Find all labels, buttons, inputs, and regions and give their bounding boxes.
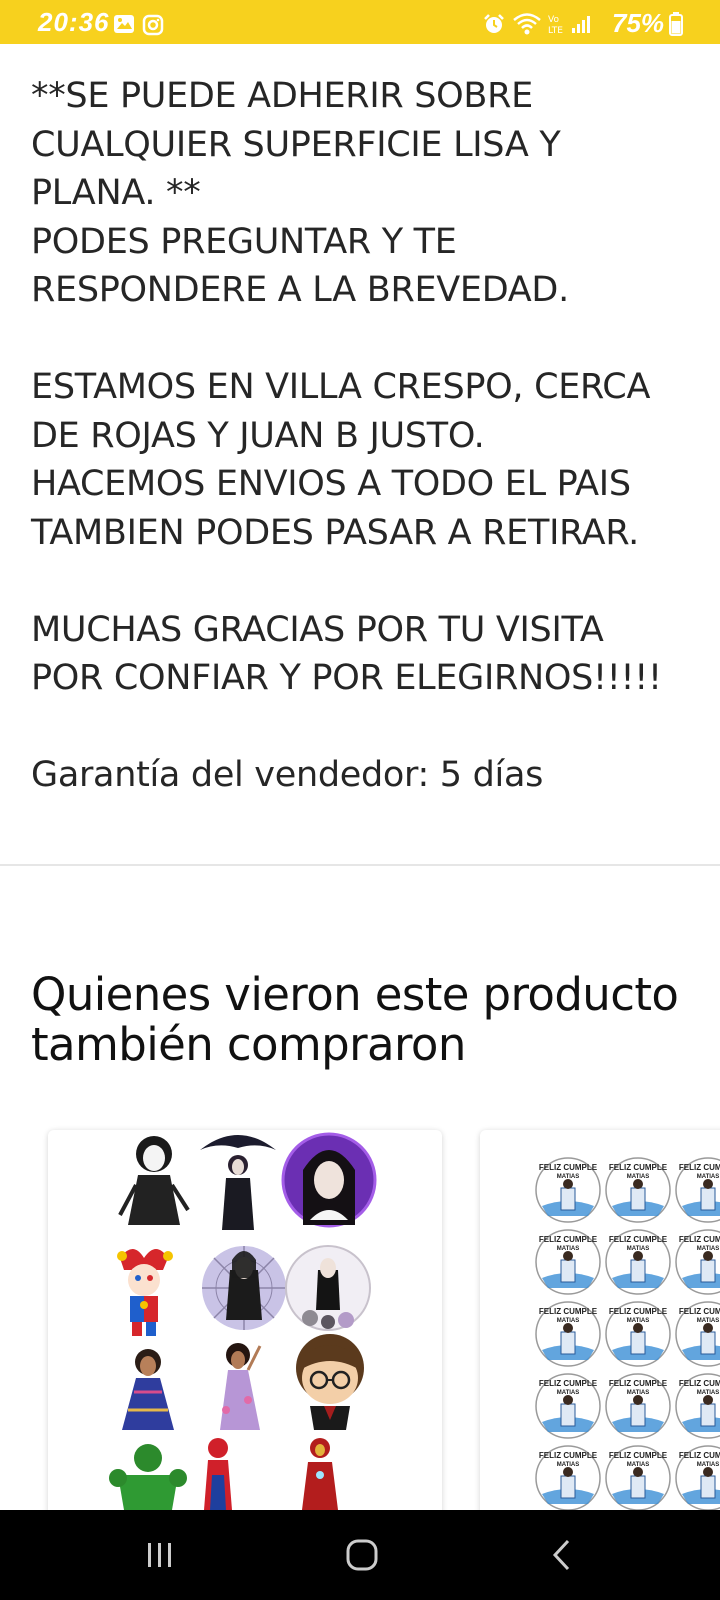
alarm-icon [482, 13, 506, 40]
ironman-sticker [302, 1438, 338, 1510]
birthday-sticker-name: MATIAS [557, 1390, 580, 1396]
birthday-sticker: FELIZ CUMPLE MATIAS [675, 1301, 720, 1367]
birthday-sticker-name: MATIAS [627, 1390, 650, 1396]
spiderman-sticker [204, 1438, 232, 1510]
related-title-line: también compraron [31, 1018, 466, 1071]
gallery-icon [113, 14, 135, 39]
birthday-sticker-name: MATIAS [697, 1174, 720, 1180]
birthday-sticker: FELIZ CUMPLE MATIAS [535, 1229, 601, 1295]
product-image-birthday-stickers: FELIZ CUMPLEMATIASFELIZ CUMPLEMATIASFELI… [535, 1157, 720, 1511]
birthday-sticker-text: FELIZ CUMPLE [539, 1163, 598, 1172]
hulk-sticker [109, 1444, 187, 1510]
birthday-sticker-name: MATIAS [627, 1174, 650, 1180]
birthday-sticker-text: FELIZ CUMPLE [679, 1379, 720, 1388]
birthday-sticker-text: FELIZ CUMPLE [679, 1163, 720, 1172]
pomni-jester-sticker [117, 1249, 173, 1336]
volte-icon: Vo LTE [546, 13, 568, 40]
birthday-sticker-name: MATIAS [697, 1318, 720, 1324]
birthday-sticker-text: FELIZ CUMPLE [539, 1379, 598, 1388]
wednesday-web-circle-sticker [202, 1246, 286, 1330]
status-bar: 20:36 Vo LTE 75% [0, 0, 720, 44]
birthday-sticker-text: FELIZ CUMPLE [539, 1451, 598, 1460]
birthday-sticker-text: FELIZ CUMPLE [609, 1379, 668, 1388]
description-line: **SE PUEDE ADHERIR SOBRE [31, 76, 533, 116]
seller-warranty: Garantía del vendedor: 5 días [31, 755, 544, 795]
related-title-line: Quienes vieron este producto [31, 968, 679, 1021]
birthday-sticker-name: MATIAS [697, 1246, 720, 1252]
battery-icon [669, 12, 683, 41]
birthday-sticker-name: MATIAS [697, 1462, 720, 1468]
product-card-stickers[interactable] [48, 1130, 442, 1530]
back-icon[interactable] [550, 1538, 574, 1577]
wednesday-umbrella-sticker [200, 1135, 276, 1230]
description-line: HACEMOS ENVIOS A TODO EL PAIS [31, 464, 631, 504]
description-line: POR CONFIAR Y POR ELEGIRNOS!!!!! [31, 658, 662, 698]
birthday-sticker-text: FELIZ CUMPLE [609, 1163, 668, 1172]
birthday-sticker: FELIZ CUMPLE MATIAS [675, 1229, 720, 1295]
description-line: RESPONDERE A LA BREVEDAD. [31, 270, 569, 310]
system-nav-bar [0, 1510, 720, 1600]
birthday-sticker: FELIZ CUMPLE MATIAS [675, 1157, 720, 1223]
description-line: PODES PREGUNTAR Y TE [31, 221, 457, 262]
isabela-sticker [220, 1343, 262, 1430]
wednesday-sketch-sticker [118, 1136, 190, 1225]
description-line: ESTAMOS EN VILLA CRESPO, CERCA [31, 367, 651, 407]
birthday-sticker: FELIZ CUMPLE MATIAS [675, 1373, 720, 1439]
mirabel-sticker [122, 1349, 174, 1430]
birthday-sticker: FELIZ CUMPLE MATIAS [605, 1373, 671, 1439]
home-icon[interactable] [344, 1537, 380, 1578]
related-section-title: Quienes vieron este producto también com… [31, 968, 679, 1071]
wednesday-purple-circle-sticker [281, 1132, 377, 1228]
birthday-sticker: FELIZ CUMPLE MATIAS [535, 1373, 601, 1439]
svg-text:Vo: Vo [548, 15, 559, 25]
wednesday-skull-flowers-sticker [285, 1245, 371, 1331]
birthday-sticker-name: MATIAS [627, 1462, 650, 1468]
birthday-sticker-text: FELIZ CUMPLE [679, 1307, 720, 1316]
birthday-sticker: FELIZ CUMPLE MATIAS [605, 1445, 671, 1511]
birthday-sticker-name: MATIAS [557, 1462, 580, 1468]
birthday-sticker-text: FELIZ CUMPLE [609, 1451, 668, 1460]
product-card-birthday-stickers[interactable]: FELIZ CUMPLE MATIAS FELIZ CUMPLE MATIAS FELI… [480, 1130, 720, 1530]
birthday-sticker-name: MATIAS [557, 1318, 580, 1324]
product-image-stickers [109, 1132, 377, 1510]
description-line: TAMBIEN PODES PASAR A RETIRAR. [31, 512, 639, 553]
svg-text:LTE: LTE [548, 26, 563, 35]
section-divider [0, 864, 720, 866]
birthday-sticker-text: FELIZ CUMPLE [679, 1451, 720, 1460]
product-description: **SE PUEDE ADHERIR SOBRE CUALQUIER SUPER… [31, 72, 711, 800]
birthday-sticker: FELIZ CUMPLE MATIAS [605, 1229, 671, 1295]
recent-apps-icon[interactable] [145, 1540, 175, 1575]
description-line: MUCHAS GRACIAS POR TU VISITA [31, 609, 604, 650]
signal-icon [570, 13, 592, 40]
birthday-sticker-name: MATIAS [557, 1246, 580, 1252]
birthday-sticker-text: FELIZ CUMPLE [539, 1307, 598, 1316]
birthday-sticker: FELIZ CUMPLE MATIAS [535, 1157, 601, 1223]
birthday-sticker-name: MATIAS [627, 1246, 650, 1252]
description-line: CUALQUIER SUPERFICIE LISA Y [31, 124, 561, 165]
wifi-icon [512, 12, 542, 41]
birthday-sticker-text: FELIZ CUMPLE [609, 1235, 668, 1244]
description-line: DE ROJAS Y JUAN B JUSTO. [31, 415, 485, 456]
birthday-sticker-text: FELIZ CUMPLE [609, 1307, 668, 1316]
instagram-icon [142, 14, 164, 41]
birthday-sticker-name: MATIAS [627, 1318, 650, 1324]
birthday-sticker: FELIZ CUMPLE MATIAS [605, 1157, 671, 1223]
birthday-sticker-text: FELIZ CUMPLE [679, 1235, 720, 1244]
birthday-sticker-name: MATIAS [557, 1174, 580, 1180]
status-time: 20:36 [38, 7, 110, 37]
birthday-sticker: FELIZ CUMPLE MATIAS [675, 1445, 720, 1511]
description-line: PLANA. ** [31, 173, 201, 213]
birthday-sticker-name: MATIAS [697, 1390, 720, 1396]
birthday-sticker: FELIZ CUMPLE MATIAS [535, 1301, 601, 1367]
birthday-sticker: FELIZ CUMPLE MATIAS [535, 1445, 601, 1511]
battery-percent: 75% [612, 8, 665, 38]
birthday-sticker-text: FELIZ CUMPLE [539, 1235, 598, 1244]
harry-potter-chibi-sticker [296, 1334, 364, 1430]
birthday-sticker: FELIZ CUMPLE MATIAS [605, 1301, 671, 1367]
